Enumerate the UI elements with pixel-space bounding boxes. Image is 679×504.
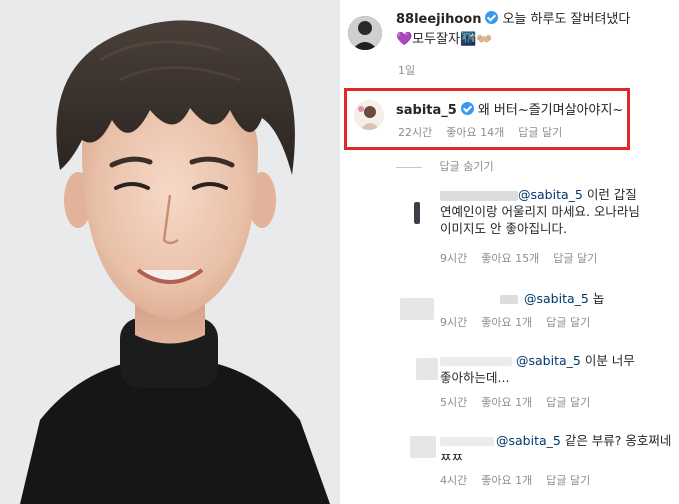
reply-3-text-line2: 좋아하는데... — [440, 370, 510, 385]
reply-1-meta: 9시간 좋아요 15개 답글 달기 — [440, 250, 611, 266]
reply-3-text-line1: 이분 너무 — [580, 353, 635, 368]
reply-3: @sabita_5 이분 너무 좋아하는데... — [440, 352, 635, 386]
reply-4-text-line1: 같은 부류? 옹호쩌네 — [560, 433, 672, 448]
hide-replies-button[interactable]: 답글 숨기기 — [396, 158, 494, 174]
reply-4-mention[interactable]: @sabita_5 — [496, 433, 561, 448]
commenter-username[interactable]: sabita_5 — [396, 103, 457, 118]
reply-1-likes[interactable]: 좋아요 15개 — [481, 252, 539, 265]
highlighted-comment-text: 왜 버터~즐기며살아야지~ — [477, 103, 624, 118]
reply-1: @sabita_5 이런 갑질 연예인이랑 어울리지 마세요. 오나라님 이미지… — [440, 186, 640, 237]
caption-text-line2: 💜모두잘자🌃👐🏼 — [396, 32, 493, 47]
reply-4-meta: 4시간 좋아요 1개 답글 달기 — [440, 472, 604, 488]
reply-4: @sabita_5 같은 부류? 옹호쩌네 ㅉㅉ — [440, 432, 671, 466]
commenter-avatar[interactable] — [354, 100, 384, 130]
reply-3-likes[interactable]: 좋아요 1개 — [481, 396, 532, 409]
selfie-illustration — [0, 0, 340, 504]
caption-text-line1: 오늘 하루도 잘버텨냈다 — [502, 12, 631, 27]
reply-2-likes[interactable]: 좋아요 1개 — [481, 316, 532, 329]
reply-4-reply-button[interactable]: 답글 달기 — [546, 474, 590, 487]
author-username[interactable]: 88leejihoon — [396, 12, 481, 27]
verified-badge-icon — [485, 11, 499, 24]
highlighted-comment-meta: 22시간 좋아요 14개 답글 달기 — [398, 124, 576, 140]
reply-2-meta: 9시간 좋아요 1개 답글 달기 — [440, 314, 604, 330]
post-time[interactable]: 1일 — [398, 64, 415, 77]
comments-panel: 88leejihoon 오늘 하루도 잘버텨냈다 💜모두잘자🌃👐🏼 1일 sabi… — [340, 0, 679, 504]
redacted-username — [440, 437, 494, 446]
author-avatar[interactable] — [348, 16, 382, 50]
highlighted-comment-likes[interactable]: 좋아요 14개 — [446, 126, 504, 139]
post-photo — [0, 0, 340, 504]
post-caption: 88leejihoon 오늘 하루도 잘버텨냈다 💜모두잘자🌃👐🏼 — [396, 11, 676, 51]
reply-avatar[interactable] — [410, 436, 436, 458]
reply-2: @sabita_5 놉 — [500, 290, 604, 307]
reply-4-likes[interactable]: 좋아요 1개 — [481, 474, 532, 487]
reply-1-mention[interactable]: @sabita_5 — [518, 187, 583, 202]
reply-3-time[interactable]: 5시간 — [440, 396, 467, 409]
redacted-username — [440, 357, 512, 366]
reply-1-time[interactable]: 9시간 — [440, 252, 467, 265]
reply-2-time[interactable]: 9시간 — [440, 316, 467, 329]
reply-avatar[interactable] — [414, 202, 436, 224]
post-meta: 1일 — [398, 62, 429, 78]
reply-1-text-line1: 이런 갑질 — [582, 187, 637, 202]
reply-1-text-line2: 연예인이랑 어울리지 마세요. 오나라님 — [440, 204, 640, 219]
reply-3-reply-button[interactable]: 답글 달기 — [546, 396, 590, 409]
hide-replies-label: 답글 숨기기 — [439, 160, 494, 173]
highlighted-comment: sabita_5 왜 버터~즐기며살아야지~ — [396, 99, 623, 120]
reply-3-meta: 5시간 좋아요 1개 답글 달기 — [440, 394, 604, 410]
reply-2-reply-button[interactable]: 답글 달기 — [546, 316, 590, 329]
reply-2-text-line1: 놉 — [588, 291, 605, 306]
reply-4-time[interactable]: 4시간 — [440, 474, 467, 487]
reply-avatar[interactable] — [400, 298, 434, 320]
highlighted-comment-time[interactable]: 22시간 — [398, 126, 432, 139]
redacted-username — [440, 190, 518, 201]
reply-1-text-line3: 이미지도 안 좋아집니다. — [440, 221, 567, 236]
reply-4-text-line2: ㅉㅉ — [440, 450, 464, 465]
reply-3-mention[interactable]: @sabita_5 — [516, 353, 581, 368]
reply-1-reply-button[interactable]: 답글 달기 — [553, 252, 597, 265]
redacted-username — [500, 295, 518, 304]
verified-badge-icon — [460, 102, 474, 115]
highlighted-comment-reply-button[interactable]: 답글 달기 — [518, 126, 562, 139]
reply-2-mention[interactable]: @sabita_5 — [524, 291, 589, 306]
reply-avatar[interactable] — [416, 358, 438, 380]
